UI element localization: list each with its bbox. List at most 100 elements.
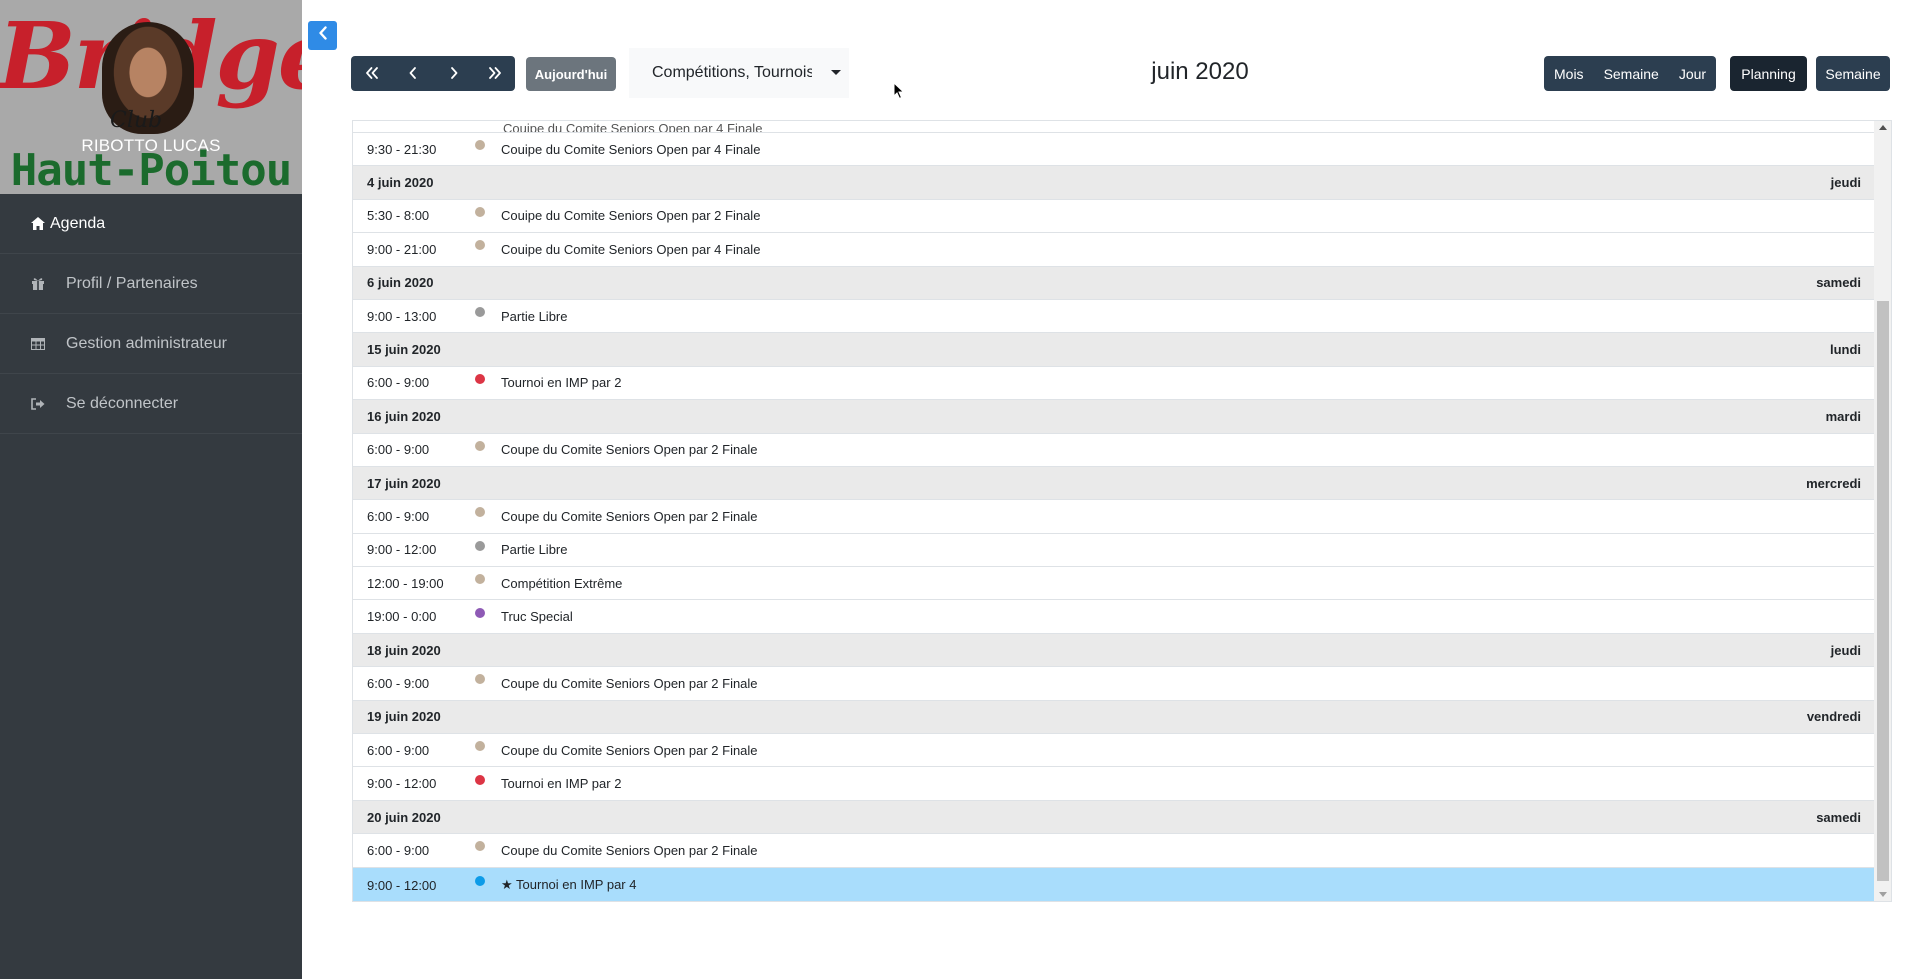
event-time: 6:00 - 9:00: [367, 442, 430, 458]
weekday-label: samedi: [1816, 809, 1861, 825]
event-title: ★ Tournoi en IMP par 4: [501, 877, 637, 893]
event-time: 5:30 - 8:00: [367, 208, 430, 224]
event-time: 6:00 - 9:00: [367, 675, 430, 691]
calendar-filter-select[interactable]: Compétitions, Tournois: [629, 48, 849, 98]
event-row[interactable]: 9:00 - 12:00 ★ Tournoi en IMP par 4: [353, 867, 1875, 901]
date-label: 19 juin 2020: [367, 709, 441, 725]
event-title: Couipe du Comite Seniors Open par 4 Fina…: [501, 241, 761, 257]
event-title: Couipe du Comite Seniors Open par 2 Fina…: [501, 208, 761, 224]
sidebar-item-logout[interactable]: Se déconnecter: [0, 374, 302, 434]
event-row[interactable]: 6:00 - 9:00 Coupe du Comite Seniors Open …: [353, 734, 1875, 768]
weekday-label: jeudi: [1830, 175, 1861, 191]
event-title: Tournoi en IMP par 2: [501, 375, 622, 391]
event-title: Coupe du Comite Seniors Open par 2 Final…: [501, 742, 758, 758]
sidebar-item-label: Profil / Partenaires: [66, 274, 198, 292]
logo-club: Club: [110, 108, 163, 133]
event-title: Coupe du Comite Seniors Open par 2 Final…: [501, 508, 758, 524]
event-row[interactable]: 6:00 - 9:00 Coupe du Comite Seniors Open …: [353, 667, 1875, 701]
event-row[interactable]: 6:00 - 9:00 Coupe du Comite Seniors Open …: [353, 500, 1875, 534]
sidebar-item-label: Agenda: [50, 214, 106, 232]
view-month-button[interactable]: Mois: [1544, 56, 1594, 91]
event-color-dot: [475, 373, 485, 384]
event-color-dot: [475, 841, 485, 852]
event-row[interactable]: 9:00 - 21:00 Couipe du Comite Seniors Ope…: [353, 233, 1875, 267]
event-title: Truc Special: [501, 609, 573, 625]
event-title: Couipe du Comite Seniors Open par 4 Fina…: [501, 141, 761, 157]
event-color-dot: [475, 240, 485, 251]
event-title: Coupe du Comite Seniors Open par 2 Final…: [501, 842, 758, 858]
sidebar: Bridge Club Haut-Poitou RIBOTTO LUCAS Ag…: [0, 0, 302, 979]
view-planning-button[interactable]: Planning: [1730, 56, 1807, 91]
event-title: Partie Libre: [501, 542, 568, 558]
event-title: Coupe du Comite Seniors Open par 2 Final…: [501, 675, 758, 691]
weekday-label: mercredi: [1806, 475, 1861, 491]
prev-year-button[interactable]: [351, 56, 392, 91]
event-color-dot: [475, 774, 485, 785]
sidebar-item-profil[interactable]: Profil / Partenaires: [0, 254, 302, 314]
event-time: 6:00 - 9:00: [367, 842, 430, 858]
event-color-dot: [475, 140, 485, 151]
event-row[interactable]: 12:00 - 19:00 Compétition Extrême: [353, 567, 1875, 601]
agenda-list-inner: Couipe du Comite Seniors Open par 4 Fina…: [353, 121, 1875, 901]
event-row[interactable]: 19:00 - 0:00 Truc Special: [353, 600, 1875, 634]
date-label: 17 juin 2020: [367, 475, 441, 491]
sidebar-item-gestion[interactable]: Gestion administrateur: [0, 314, 302, 374]
scrollbar-thumb[interactable]: [1877, 301, 1889, 881]
event-color-dot: [475, 574, 485, 585]
event-title: Tournoi en IMP par 2: [501, 776, 622, 792]
today-button[interactable]: Aujourd'hui: [526, 57, 616, 91]
event-row[interactable]: 6:00 - 9:00 Tournoi en IMP par 2: [353, 366, 1875, 401]
date-label: 15 juin 2020: [367, 342, 441, 358]
event-time: 6:00 - 9:00: [367, 508, 430, 524]
calendar-title: juin 2020: [1151, 58, 1249, 85]
calendar-filter-value: Compétitions, Tournois: [652, 64, 812, 81]
date-label: 4 juin 2020: [367, 175, 434, 191]
event-color-dot: [475, 206, 485, 217]
user-name: RIBOTTO LUCAS: [81, 136, 221, 155]
agenda-list[interactable]: Couipe du Comite Seniors Open par 4 Fina…: [352, 120, 1892, 902]
next-year-button[interactable]: [474, 56, 515, 91]
scroll-down-arrow-icon[interactable]: [1879, 892, 1887, 897]
prev-button[interactable]: [392, 56, 433, 91]
event-time: 6:00 - 9:00: [367, 742, 430, 758]
view-semaine-list-button[interactable]: Semaine: [1816, 56, 1890, 91]
weekday-label: vendredi: [1806, 709, 1861, 725]
event-time: 6:00 - 9:00: [367, 375, 430, 391]
event-row[interactable]: 9:00 - 12:00 Tournoi en IMP par 2: [353, 767, 1875, 801]
double-chevron-left-icon: [365, 66, 379, 82]
date-header-row: 6 juin 2020 samedi: [353, 266, 1875, 300]
date-header-row: 18 juin 2020 jeudi: [353, 633, 1875, 668]
chevron-left-icon: [408, 66, 418, 82]
event-row[interactable]: 6:00 - 9:00 Coupe du Comite Seniors Open …: [353, 433, 1875, 467]
club-logo: Bridge Club Haut-Poitou RIBOTTO LUCAS: [0, 0, 302, 194]
scroll-up-arrow-icon[interactable]: [1879, 125, 1887, 130]
vertical-scrollbar[interactable]: [1874, 121, 1891, 901]
event-time: 9:00 - 13:00: [367, 308, 437, 324]
view-week-button[interactable]: Semaine: [1593, 56, 1669, 91]
event-color-dot: [475, 674, 485, 685]
view-day-button[interactable]: Jour: [1668, 56, 1717, 91]
event-row[interactable]: 9:00 - 13:00 Partie Libre: [353, 299, 1875, 334]
event-title: Coupe du Comite Seniors Open par 2 Final…: [501, 442, 758, 458]
navigation-button-group: [351, 56, 515, 91]
event-row[interactable]: 9:30 - 21:30 Couipe du Comite Seniors Ope…: [353, 133, 1875, 167]
event-color-dot: [475, 440, 485, 451]
next-button[interactable]: [433, 56, 474, 91]
sidebar-item-agenda[interactable]: Agenda: [0, 194, 302, 254]
date-header-row: 15 juin 2020 lundi: [353, 333, 1875, 367]
weekday-label: samedi: [1816, 275, 1861, 291]
date-label: 18 juin 2020: [367, 642, 441, 658]
event-row[interactable]: 6:00 - 9:00 Coupe du Comite Seniors Open …: [353, 834, 1875, 868]
event-color-dot: [475, 876, 485, 887]
agenda-rows: 9:30 - 21:30 Couipe du Comite Seniors Ope…: [353, 133, 1875, 901]
chevron-left-icon: [318, 26, 328, 45]
event-time: 9:00 - 12:00: [367, 542, 437, 558]
sidebar-toggle-button[interactable]: [308, 21, 337, 50]
view-button-group: Mois Semaine Jour: [1544, 56, 1717, 91]
partial-list-item: Couipe du Comite Seniors Open par 4 Fina…: [353, 121, 1875, 133]
date-header-row: 16 juin 2020 mardi: [353, 400, 1875, 434]
event-row[interactable]: 9:00 - 12:00 Partie Libre: [353, 533, 1875, 568]
event-row[interactable]: 5:30 - 8:00 Couipe du Comite Seniors Open…: [353, 199, 1875, 234]
double-chevron-right-icon: [488, 66, 502, 82]
table-icon: [30, 336, 46, 352]
